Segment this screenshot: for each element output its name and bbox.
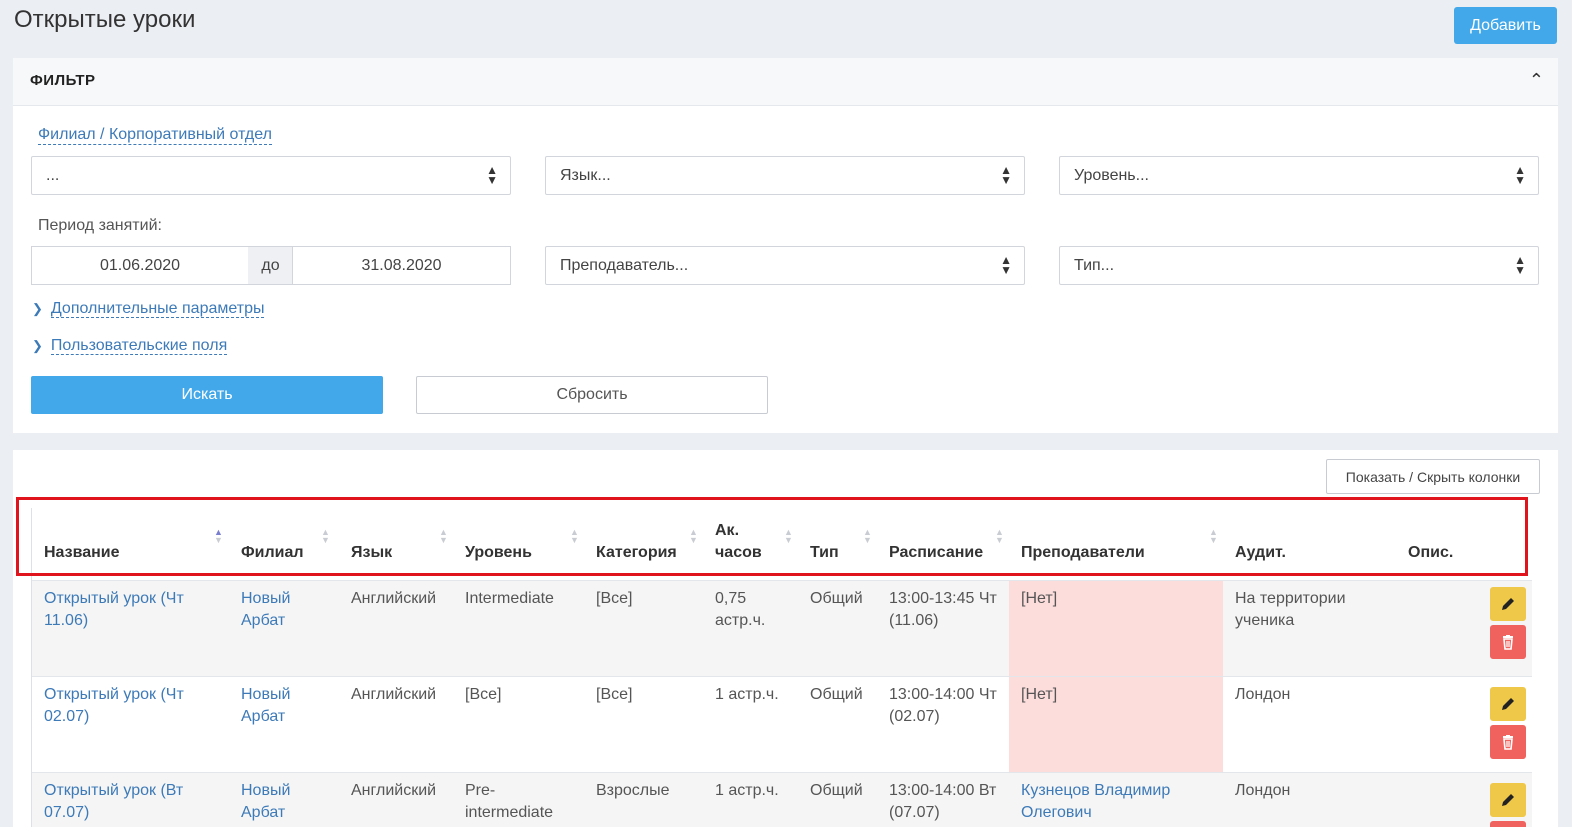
extra-params-label: Дополнительные параметры: [50, 300, 265, 318]
select-arrows-icon: ▲ ▼: [1000, 253, 1012, 277]
teacher-select-value: Преподаватель...: [560, 257, 689, 274]
add-button[interactable]: Добавить: [1454, 7, 1557, 44]
pencil-icon: [1502, 794, 1514, 806]
teachers-cell: [Нет]: [1009, 581, 1223, 676]
language-cell: Английский: [351, 590, 437, 607]
trash-icon: [1503, 735, 1513, 750]
filter-header[interactable]: ФИЛЬТР ⌃: [13, 58, 1558, 106]
teacher-select[interactable]: Преподаватель... ▲ ▼: [545, 246, 1025, 285]
type-cell: Общий: [810, 782, 863, 799]
filter-panel: ФИЛЬТР ⌃ Филиал / Корпоративный отдел ..…: [13, 58, 1558, 433]
schedule-cell: 13:00-14:00 Вт (07.07): [889, 782, 997, 821]
period-label: Период занятий:: [38, 217, 162, 234]
select-arrows-icon: ▲ ▼: [486, 163, 498, 187]
pencil-icon: [1502, 598, 1514, 610]
language-select[interactable]: Язык... ▲ ▼: [545, 156, 1025, 195]
delete-button[interactable]: [1490, 625, 1526, 659]
room-cell: Лондон: [1235, 782, 1291, 799]
room-cell: На территории ученика: [1235, 590, 1346, 629]
chevron-up-icon[interactable]: ⌃: [1529, 70, 1544, 91]
page-title: Открытые уроки: [14, 6, 196, 33]
extra-params-toggle[interactable]: ❯ Дополнительные параметры: [32, 300, 265, 318]
table-row: Открытый урок (Чт 02.07) Новый Арбат Англи…: [32, 676, 1532, 772]
type-select-value: Тип...: [1074, 257, 1115, 274]
type-cell: Общий: [810, 686, 863, 703]
language-cell: Английский: [351, 782, 437, 799]
date-to-input[interactable]: 31.08.2020: [292, 246, 511, 285]
branch-link[interactable]: Новый Арбат: [229, 773, 339, 827]
select-arrows-icon: ▲ ▼: [1514, 163, 1526, 187]
custom-fields-label: Пользовательские поля: [50, 337, 228, 355]
filter-title: ФИЛЬТР: [30, 72, 96, 89]
category-cell: [Все]: [596, 590, 633, 607]
category-cell: Взрослые: [596, 782, 670, 799]
date-separator: до: [248, 246, 293, 285]
chevron-right-icon: ❯: [32, 301, 43, 316]
edit-button[interactable]: [1490, 687, 1526, 721]
reset-button[interactable]: Сбросить: [416, 376, 768, 414]
date-from-input[interactable]: 01.06.2020: [31, 246, 249, 285]
branch-select[interactable]: ... ▲ ▼: [31, 156, 511, 195]
table-row: Открытый урок (Вт 07.07) Новый Арбат Англи…: [32, 772, 1532, 827]
column-header-highlight: [16, 497, 1528, 576]
chevron-right-icon: ❯: [32, 338, 43, 353]
hours-cell: 0,75 астр.ч.: [715, 590, 766, 629]
custom-fields-toggle[interactable]: ❯ Пользовательские поля: [32, 337, 228, 355]
branch-filter-link[interactable]: Филиал / Корпоративный отдел: [38, 126, 272, 145]
level-cell: [Все]: [465, 686, 502, 703]
type-select[interactable]: Тип... ▲ ▼: [1059, 246, 1539, 285]
hours-cell: 1 астр.ч.: [715, 686, 779, 703]
type-cell: Общий: [810, 590, 863, 607]
lesson-name-link[interactable]: Открытый урок (Чт 02.07): [32, 677, 229, 772]
level-cell: Pre-intermediate: [465, 782, 554, 821]
delete-button[interactable]: [1490, 821, 1526, 827]
edit-button[interactable]: [1490, 783, 1526, 817]
branch-select-value: ...: [46, 167, 60, 184]
category-cell: [Все]: [596, 686, 633, 703]
table-row: Открытый урок (Чт 11.06) Новый Арбат Англи…: [32, 580, 1532, 676]
edit-button[interactable]: [1490, 587, 1526, 621]
branch-link[interactable]: Новый Арбат: [229, 581, 339, 676]
search-button[interactable]: Искать: [31, 376, 383, 414]
toggle-columns-button[interactable]: Показать / Скрыть колонки: [1326, 459, 1540, 494]
language-cell: Английский: [351, 686, 437, 703]
level-select[interactable]: Уровень... ▲ ▼: [1059, 156, 1539, 195]
level-cell: Intermediate: [465, 590, 554, 607]
schedule-cell: 13:00-13:45 Чт (11.06): [889, 590, 997, 629]
trash-icon: [1503, 635, 1513, 650]
hours-cell: 1 астр.ч.: [715, 782, 779, 799]
teacher-link[interactable]: Кузнецов Владимир Олегович: [1009, 773, 1223, 827]
language-select-value: Язык...: [560, 167, 611, 184]
lesson-name-link[interactable]: Открытый урок (Чт 11.06): [32, 581, 229, 676]
branch-link[interactable]: Новый Арбат: [229, 677, 339, 772]
level-select-value: Уровень...: [1074, 167, 1149, 184]
teachers-cell: [Нет]: [1009, 677, 1223, 772]
delete-button[interactable]: [1490, 725, 1526, 759]
select-arrows-icon: ▲ ▼: [1514, 253, 1526, 277]
pencil-icon: [1502, 698, 1514, 710]
schedule-cell: 13:00-14:00 Чт (02.07): [889, 686, 997, 725]
room-cell: Лондон: [1235, 686, 1291, 703]
lesson-name-link[interactable]: Открытый урок (Вт 07.07): [32, 773, 229, 827]
select-arrows-icon: ▲ ▼: [1000, 163, 1012, 187]
